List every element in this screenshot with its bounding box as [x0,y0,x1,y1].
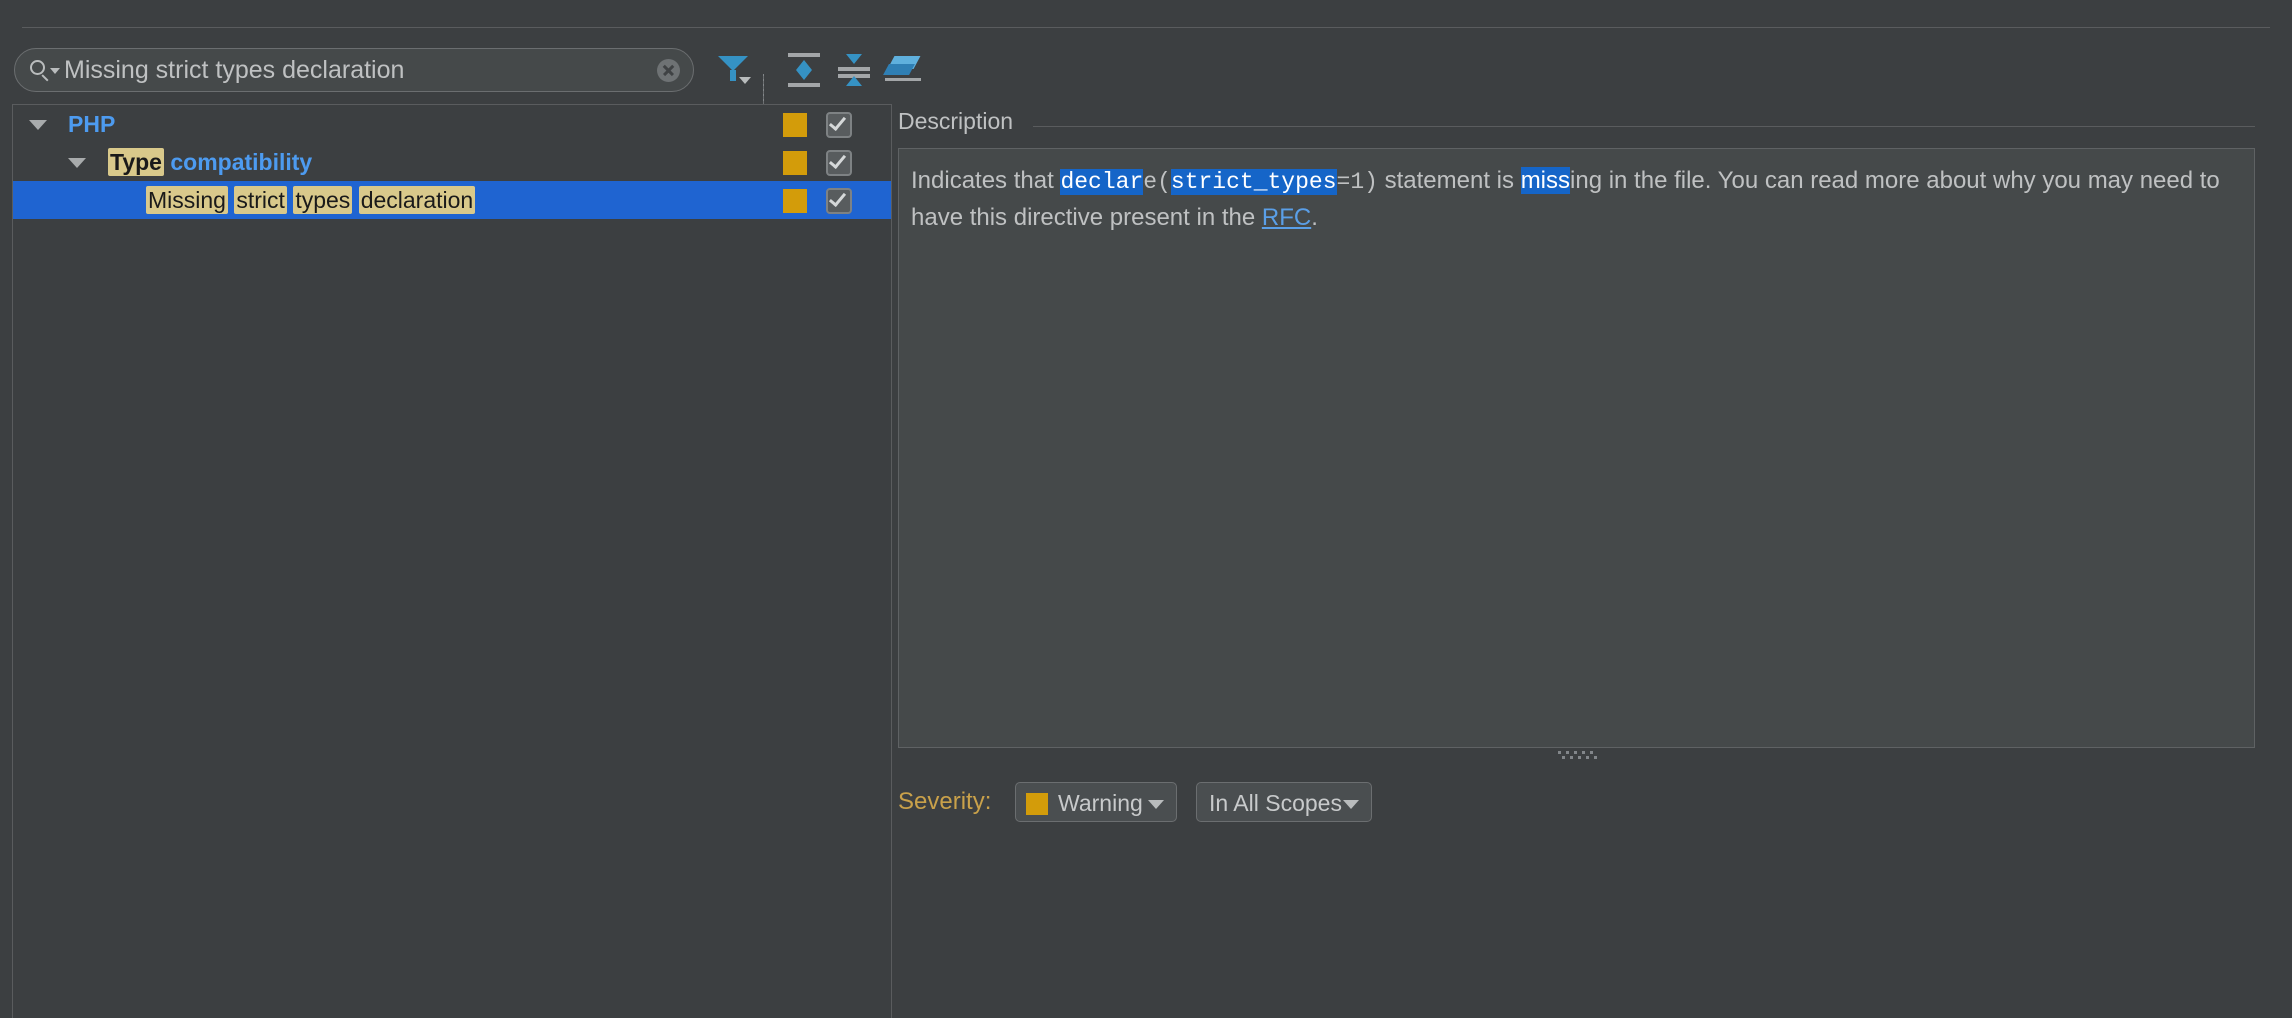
chevron-down-icon[interactable] [29,120,47,130]
description-header-rule [1033,126,2255,127]
toolbar-separator [763,74,764,106]
search-history-chevron-icon[interactable] [50,68,60,74]
tree-row[interactable]: PHP [13,105,891,143]
severity-color-swatch [1026,793,1048,815]
expand-all-icon [788,53,820,87]
tree-row[interactable]: Type compatibility [13,143,891,181]
description-panel: Indicates that declare(strict_types=1) s… [898,148,2255,748]
tree-row-label: Type compatibility [108,148,313,176]
description-text: Indicates that declare(strict_types=1) s… [911,167,2220,231]
severity-swatch[interactable] [783,151,807,175]
enabled-checkbox[interactable] [826,188,852,214]
severity-dropdown[interactable]: Warning [1015,782,1177,822]
rfc-link[interactable]: RFC [1262,204,1311,231]
search-input-value: Missing strict types declaration [64,56,405,84]
enabled-checkbox[interactable] [826,112,852,138]
expand-all-button[interactable] [783,50,825,90]
scope-dropdown-value: In All Scopes [1209,790,1342,816]
search-icon[interactable] [28,58,62,84]
description-header: Description [898,108,1014,134]
chevron-down-icon [1343,800,1359,809]
tree-row[interactable]: Missing strict types declaration [13,181,891,219]
reset-button[interactable] [882,50,924,90]
search-input[interactable]: Missing strict types declaration [14,48,694,92]
search-toolbar: Missing strict types declaration [0,42,2292,106]
eraser-icon [883,56,923,84]
severity-swatch[interactable] [783,113,807,137]
filter-funnel-icon [718,54,752,86]
severity-label: Severity: [898,788,992,815]
severity-dropdown-value: Warning [1058,790,1143,816]
close-icon[interactable] [657,59,680,82]
collapse-all-button[interactable] [833,50,875,90]
chevron-down-icon[interactable] [68,158,86,168]
chevron-down-icon [1148,800,1164,809]
inspection-settings-panel: Missing strict types declaration PHP Typ… [0,0,2292,1018]
collapse-all-icon [838,53,870,87]
top-divider [22,27,2270,28]
enabled-checkbox[interactable] [826,150,852,176]
tree-row-label: Missing strict types declaration [146,186,476,214]
inspection-tree[interactable]: PHP Type compatibility Missing strict ty… [12,104,892,1018]
resize-grip-icon[interactable] [1558,751,1600,760]
severity-swatch[interactable] [783,189,807,213]
scope-dropdown[interactable]: In All Scopes [1196,782,1372,822]
filter-button[interactable] [714,50,756,90]
tree-row-label: PHP [68,111,116,137]
